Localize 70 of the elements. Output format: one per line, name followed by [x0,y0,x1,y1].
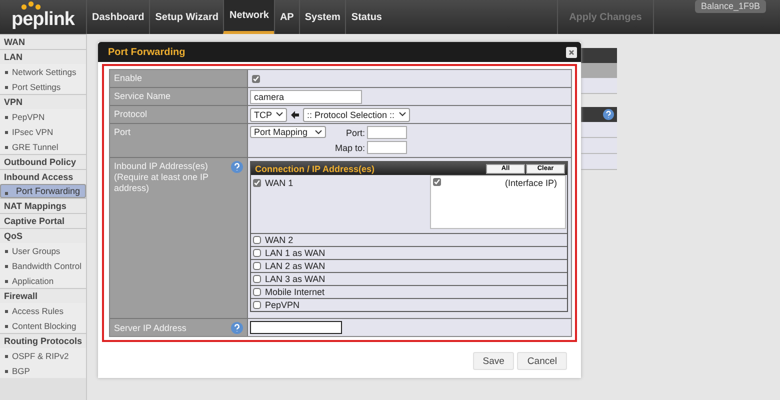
sidebar-section[interactable]: QoS [0,228,86,243]
sidebar-item[interactable]: IPsec VPN [0,124,86,139]
nav-tab[interactable]: System [298,0,346,34]
sidebar-item[interactable]: Application [0,273,86,288]
port-mode-select[interactable]: Port Mapping [250,126,326,138]
sidebar-item[interactable]: BGP [0,363,86,378]
nav-tab[interactable]: Status [345,0,387,34]
connection-checkbox[interactable] [253,249,261,257]
connection-checkbox[interactable] [253,275,261,283]
nav-tab[interactable]: Network [223,0,274,34]
sidebar-item[interactable]: Content Blocking [0,318,86,333]
interface-ip-checkbox[interactable] [433,178,441,186]
connection-label: LAN 3 as WAN [265,274,326,284]
left-arrow-icon [291,110,299,118]
device-name-badge: Balance_1F9B [694,0,766,13]
connection-label: Mobile Internet [265,287,325,297]
sidebar-section[interactable]: Routing Protocols [0,333,86,348]
port-field[interactable] [367,126,408,139]
port-label: Port: [345,128,366,138]
sidebar-section[interactable]: VPN [0,94,86,109]
nav-tab[interactable]: Dashboard [86,0,150,34]
enable-checkbox[interactable] [252,74,260,82]
sidebar-section[interactable]: LAN [0,49,86,64]
sidebar-item[interactable]: OSPF & RIPv2 [0,348,86,363]
sidebar-item[interactable]: User Groups [0,243,86,258]
sidebar-item[interactable]: PepVPN [0,109,86,124]
field-label: Server IP Address [114,322,186,332]
help-icon[interactable] [603,109,614,120]
field-label: Inbound IP Address(es) [114,161,209,172]
sidebar-section[interactable]: Captive Portal [0,213,86,228]
service-name-field[interactable]: camera [250,90,362,104]
protocol-preset-select[interactable]: :: Protocol Selection :: [303,108,410,122]
table-header: Connection / IP Address(es) [255,164,375,174]
server-ip-field[interactable] [250,321,342,334]
sidebar-item[interactable]: Port Settings [0,79,86,94]
connection-checkbox[interactable] [253,288,261,296]
caret-icon [276,112,283,117]
connection-checkbox[interactable] [253,179,261,187]
connection-label: LAN 1 as WAN [265,248,326,258]
field-note: (Require at least one IP address) [114,172,210,194]
caret-icon [315,130,322,134]
map-to-label: Map to: [335,142,366,152]
connection-label: PepVPN [265,300,300,310]
logo-text: peplink [11,10,74,30]
map-to-field[interactable] [367,141,408,154]
cancel-button[interactable]: Cancel [517,352,567,370]
sidebar-item[interactable]: Network Settings [0,64,86,79]
sidebar-section[interactable]: Outbound Policy [0,154,86,169]
nav-tab[interactable]: AP [274,0,299,34]
sidebar-section[interactable]: Inbound Access [0,169,86,184]
sidebar-item[interactable]: Bandwidth Control [0,258,86,273]
connection-checkbox[interactable] [253,262,261,270]
connection-label: WAN 1 [265,178,294,188]
sidebar-item[interactable]: Port Forwarding [0,184,86,198]
logo-dots-icon [20,1,42,10]
sidebar-section[interactable]: Firewall [0,288,86,303]
sidebar-section[interactable]: NAT Mappings [0,198,86,213]
connection-checkbox[interactable] [253,236,261,244]
close-icon[interactable] [566,46,577,58]
save-button[interactable]: Save [472,352,514,370]
sidebar-item[interactable]: GRE Tunnel [0,139,86,154]
sidebar-section[interactable]: WAN [0,34,86,49]
connection-label: LAN 2 as WAN [265,261,326,271]
connection-checkbox[interactable] [253,301,261,309]
sidebar-item[interactable]: Access Rules [0,303,86,318]
connection-label: WAN 2 [265,235,294,245]
protocol-select[interactable]: TCP [250,108,287,122]
interface-ip-label: (Interface IP) [504,178,557,188]
caret-icon [398,112,406,117]
dialog-title: Port Forwarding [108,46,186,58]
